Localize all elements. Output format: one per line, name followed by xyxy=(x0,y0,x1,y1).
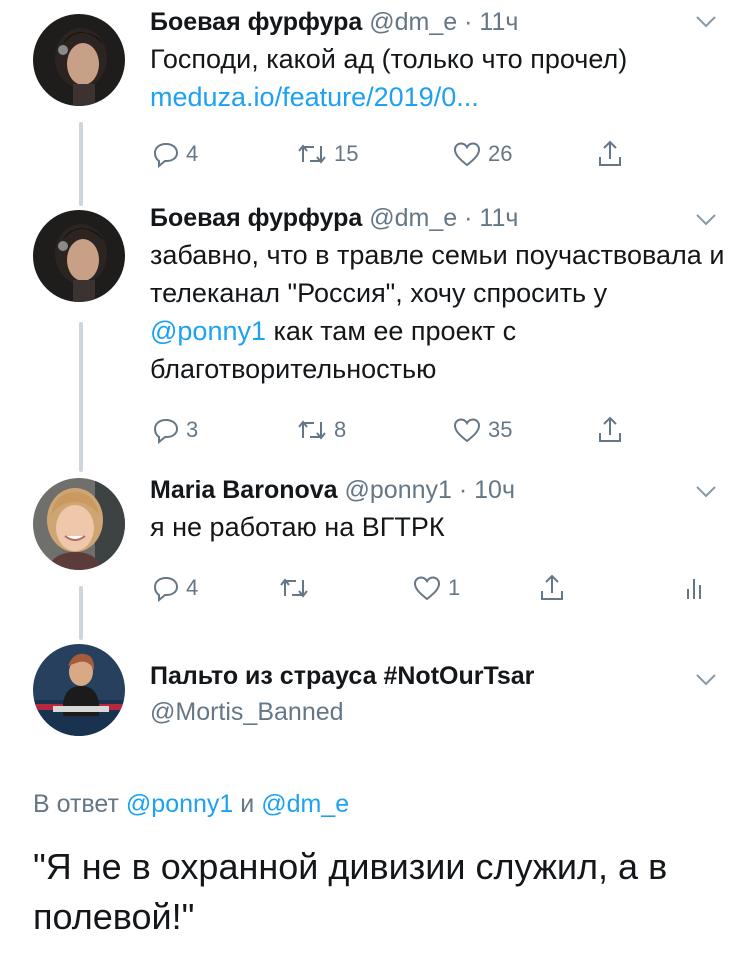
author-handle[interactable]: @Mortis_Banned xyxy=(150,698,344,726)
heart-icon xyxy=(413,576,441,601)
mention-link[interactable]: @ponny1 xyxy=(150,316,266,346)
tweet-link[interactable]: meduza.io/feature/2019/0... xyxy=(150,82,479,112)
tweet-header: Боевая фурфура @dm_e · 11ч xyxy=(150,4,725,40)
author-name[interactable]: Maria Baronova xyxy=(150,476,338,504)
author-name[interactable]: Боевая фурфура xyxy=(150,8,362,36)
reply-prefix: В ответ xyxy=(33,790,119,818)
author-handle[interactable]: @dm_e xyxy=(369,204,457,232)
timestamp[interactable]: 10ч xyxy=(474,476,515,504)
retweet-icon xyxy=(298,420,326,440)
author-name[interactable]: Боевая фурфура xyxy=(150,204,362,232)
tweet[interactable]: Боевая фурфура @dm_e · 11ч Господи, како… xyxy=(0,0,749,200)
share-button[interactable] xyxy=(596,134,624,174)
tweet-text: я не работаю на ВГТРК xyxy=(150,512,445,542)
share-icon xyxy=(541,574,563,600)
reply-button[interactable]: 4 xyxy=(152,568,198,608)
author-name[interactable]: Пальто из страуса #NotOurTsar xyxy=(150,662,534,690)
tweet-header: Maria Baronova @ponny1 · 10ч xyxy=(150,472,725,508)
share-icon xyxy=(599,416,621,442)
avatar[interactable] xyxy=(33,644,125,736)
reply-count: 4 xyxy=(186,575,199,600)
tweet[interactable]: Боевая фурфура @dm_e · 11ч забавно, что … xyxy=(0,200,749,470)
like-count: 26 xyxy=(488,141,513,166)
reply-mention-link[interactable]: @ponny1 xyxy=(126,790,233,818)
retweet-icon xyxy=(298,144,326,164)
reply-count: 4 xyxy=(186,141,199,166)
separator-dot: · xyxy=(464,8,473,36)
timestamp[interactable]: 11ч xyxy=(479,8,518,36)
retweet-count: 15 xyxy=(334,141,359,166)
chevron-down-icon[interactable] xyxy=(693,478,719,504)
tweet-text-part: забавно, что в травле семьи поучаствовал… xyxy=(150,240,725,308)
like-button[interactable]: 1 xyxy=(412,568,460,608)
chevron-down-icon[interactable] xyxy=(693,8,719,34)
handle-line: @Mortis_Banned xyxy=(150,694,725,730)
reply-icon xyxy=(153,576,179,602)
timestamp[interactable]: 11ч xyxy=(479,204,518,232)
reply-icon xyxy=(153,142,179,168)
like-button[interactable]: 35 xyxy=(452,410,512,450)
reply-button[interactable]: 3 xyxy=(152,410,198,450)
reply-count: 3 xyxy=(186,417,199,442)
chevron-down-icon[interactable] xyxy=(693,206,719,232)
tweet-header: Пальто из страуса #NotOurTsar xyxy=(150,658,725,694)
avatar[interactable] xyxy=(33,210,125,302)
analytics-button[interactable] xyxy=(684,568,708,608)
author-handle[interactable]: @dm_e xyxy=(369,8,457,36)
like-count: 35 xyxy=(488,417,513,442)
tweet[interactable]: Maria Baronova @ponny1 · 10ч я не работа… xyxy=(0,470,749,630)
analytics-icon xyxy=(687,579,701,599)
tweet-text: Господи, какой ад (только что прочел) me… xyxy=(150,40,725,116)
reply-context: В ответ @ponny1 и @dm_e xyxy=(33,786,349,822)
reply-button[interactable]: 4 xyxy=(152,134,198,174)
focused-tweet-text: "Я не в охранной дивизии служил, а в пол… xyxy=(33,846,668,937)
share-button[interactable] xyxy=(596,410,624,450)
tweet-text-part: Господи, какой ад (только что прочел) xyxy=(150,44,628,74)
share-button[interactable] xyxy=(538,568,566,608)
reply-conjunction: и xyxy=(240,790,255,818)
retweet-count: 8 xyxy=(334,417,347,442)
retweet-button[interactable]: 15 xyxy=(296,134,358,174)
retweet-button[interactable]: 8 xyxy=(296,410,346,450)
tweet-header: Боевая фурфура @dm_e · 11ч xyxy=(150,200,725,236)
avatar[interactable] xyxy=(33,478,125,570)
reply-icon xyxy=(153,418,179,444)
separator-dot: · xyxy=(458,476,468,504)
separator-dot: · xyxy=(464,204,473,232)
like-button[interactable]: 26 xyxy=(452,134,512,174)
chevron-down-icon[interactable] xyxy=(693,666,719,692)
author-handle[interactable]: @ponny1 xyxy=(345,476,452,504)
avatar[interactable] xyxy=(33,14,125,106)
heart-icon xyxy=(453,418,481,443)
retweet-button[interactable] xyxy=(278,568,316,608)
retweet-icon xyxy=(280,578,308,598)
like-count: 1 xyxy=(448,575,461,600)
tweet-text: забавно, что в травле семьи поучаствовал… xyxy=(150,236,725,388)
share-icon xyxy=(599,140,621,166)
reply-mention-link[interactable]: @dm_e xyxy=(261,790,349,818)
heart-icon xyxy=(453,142,481,167)
